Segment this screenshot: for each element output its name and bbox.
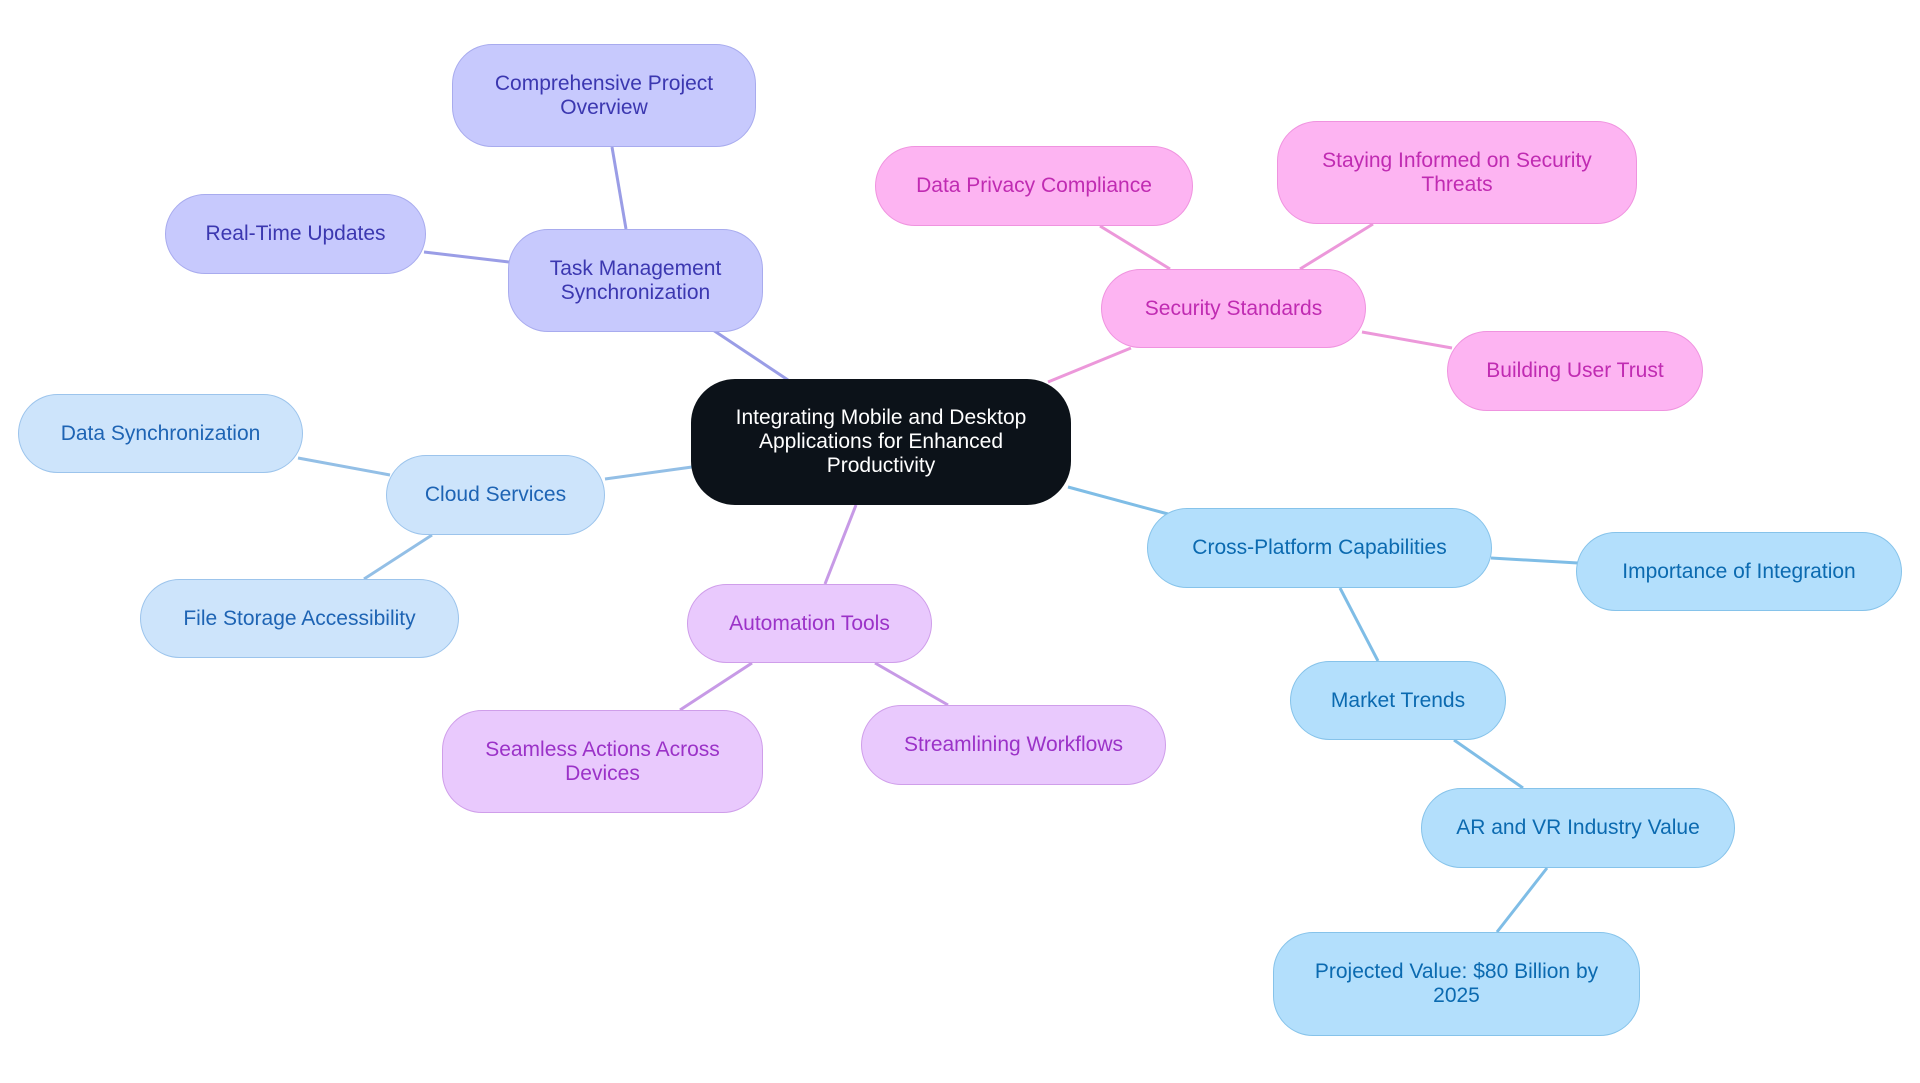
edge-root-security-standards [1047,346,1132,384]
node-label: Cross-Platform Capabilities [1192,536,1447,559]
node-seamless-actions[interactable]: Seamless Actions Across Devices [442,710,763,813]
edge-security-staying-informed [1299,222,1374,271]
edge-task-management-project-overview [610,146,628,230]
node-label: Task Management Synchronization [549,256,722,304]
node-label: Importance of Integration [1622,559,1856,583]
node-label: Comprehensive Project Overview [494,71,714,119]
edge-cloud-services-file-storage [363,533,433,581]
node-projected-value[interactable]: Projected Value: $80 Billion by 2025 [1273,932,1640,1036]
node-label: Real-Time Updates [205,222,386,245]
node-label: File Storage Accessibility [183,606,416,630]
edge-security-data-privacy [1099,224,1171,271]
edge-task-management-real-time-updates [423,250,510,264]
node-label: Data Synchronization [60,421,261,445]
node-label: Security Standards [1144,296,1323,320]
node-staying-informed[interactable]: Staying Informed on Security Threats [1277,121,1637,224]
edge-security-user-trust [1361,330,1453,350]
node-label: Data Privacy Compliance [916,174,1152,197]
node-label: Automation Tools [729,611,890,635]
node-ar-vr-value[interactable]: AR and VR Industry Value [1421,788,1735,868]
node-task-management[interactable]: Task Management Synchronization [508,229,763,332]
root-node-label: Integrating Mobile and Desktop Applicati… [735,406,1027,477]
node-streamlining-workflows[interactable]: Streamlining Workflows [861,705,1166,785]
node-data-synchronization[interactable]: Data Synchronization [18,394,303,473]
node-label: AR and VR Industry Value [1456,816,1700,839]
edge-root-cloud-services [604,465,693,481]
edge-root-task-management [712,328,789,382]
node-label: Cloud Services [424,483,567,506]
node-label: Building User Trust [1486,359,1664,382]
node-data-privacy[interactable]: Data Privacy Compliance [875,146,1193,226]
edge-cross-platform-importance [1490,556,1579,565]
edge-automation-tools-seamless [679,661,753,712]
node-label: Seamless Actions Across Devices [485,737,720,785]
edge-automation-tools-streamlining [874,661,949,707]
node-label: Projected Value: $80 Billion by 2025 [1314,960,1599,1007]
node-importance-integration[interactable]: Importance of Integration [1576,532,1902,611]
edge-root-cross-platform [1067,485,1169,516]
node-label: Staying Informed on Security Threats [1322,148,1592,196]
node-market-trends[interactable]: Market Trends [1290,661,1506,740]
node-file-storage[interactable]: File Storage Accessibility [140,579,459,658]
node-cloud-services[interactable]: Cloud Services [386,455,605,535]
edge-cross-platform-market-trends [1338,587,1380,662]
edge-market-trends-ar-vr [1453,738,1524,790]
root-node[interactable]: Integrating Mobile and Desktop Applicati… [691,379,1071,505]
node-automation-tools[interactable]: Automation Tools [687,584,932,663]
node-building-user-trust[interactable]: Building User Trust [1447,331,1703,411]
edge-ar-vr-projected [1495,867,1549,933]
node-real-time-updates[interactable]: Real-Time Updates [165,194,426,274]
edge-root-automation-tools [823,504,858,585]
node-label: Streamlining Workflows [903,733,1123,756]
node-label: Market Trends [1330,688,1466,712]
node-cross-platform[interactable]: Cross-Platform Capabilities [1147,508,1492,588]
node-project-overview[interactable]: Comprehensive Project Overview [452,44,756,147]
edge-cloud-services-data-sync [297,456,391,477]
node-security-standards[interactable]: Security Standards [1101,269,1366,348]
